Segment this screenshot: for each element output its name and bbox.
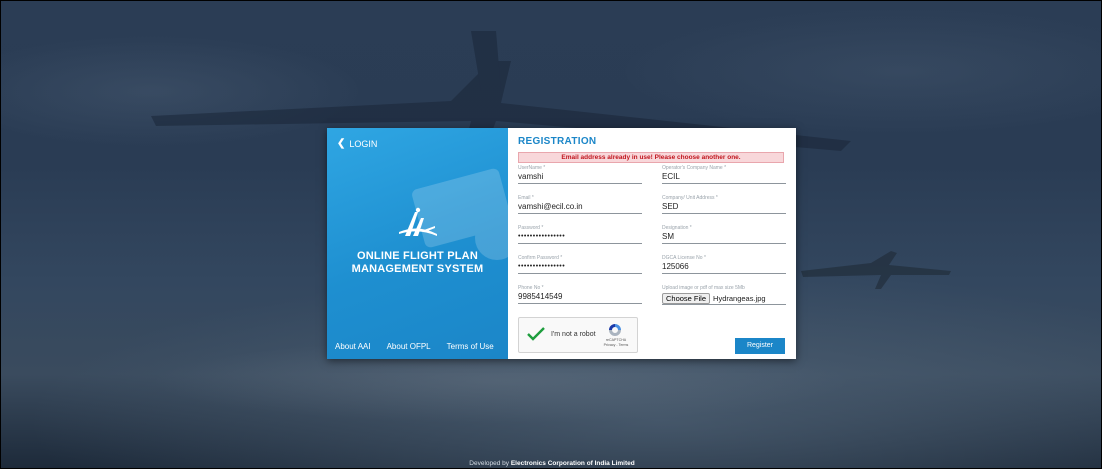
form-title: REGISTRATION <box>518 136 597 147</box>
register-button[interactable]: Register <box>735 338 785 354</box>
company-name-input[interactable]: ECIL <box>662 171 786 184</box>
upload-label: Upload image or pdf of max size 5Mb <box>662 285 745 291</box>
about-ofpl-link[interactable]: About OFPL <box>387 342 431 351</box>
username-field[interactable]: UserName * vamshi <box>518 165 642 184</box>
username-input[interactable]: vamshi <box>518 171 642 184</box>
error-alert: Email address already in use! Please cho… <box>518 152 784 163</box>
company-name-field[interactable]: Operator's Company Name * ECIL <box>662 165 786 184</box>
dgca-license-field[interactable]: DGCA License No * 125066 <box>662 255 786 274</box>
chevron-left-icon: ❮ <box>337 138 346 149</box>
info-links: About AAI About OFPL Terms of Use <box>335 342 494 351</box>
recaptcha-widget[interactable]: I'm not a robot reCAPTCHA Privacy - Term… <box>518 317 638 353</box>
password-input[interactable]: •••••••••••••••• <box>518 231 642 244</box>
developer-prefix: Developed by <box>469 460 510 467</box>
phone-field[interactable]: Phone No * 9985414549 <box>518 285 642 304</box>
email-field[interactable]: Email * vamshi@ecil.co.in <box>518 195 642 214</box>
captcha-label: I'm not a robot <box>551 331 596 338</box>
confirm-password-field[interactable]: Confirm Password * •••••••••••••••• <box>518 255 642 274</box>
back-to-login-link[interactable]: ❮ LOGIN <box>337 138 377 149</box>
recaptcha-icon <box>609 324 621 336</box>
dgca-license-input[interactable]: 125066 <box>662 261 786 274</box>
recaptcha-links[interactable]: Privacy - Terms <box>599 343 633 348</box>
page-frame: ❮ LOGIN ONLINE FLIGHT PLAN MANAGEMENT SY… <box>0 0 1102 469</box>
recaptcha-branding: reCAPTCHA Privacy - Terms <box>599 338 633 347</box>
company-address-input[interactable]: SED <box>662 201 786 214</box>
designation-input[interactable]: SM <box>662 231 786 244</box>
system-title: ONLINE FLIGHT PLAN MANAGEMENT SYSTEM <box>327 250 508 276</box>
choose-file-button[interactable]: Choose File <box>662 292 711 304</box>
aai-logo <box>399 207 437 236</box>
system-title-line2: MANAGEMENT SYSTEM <box>351 263 484 275</box>
email-input[interactable]: vamshi@ecil.co.in <box>518 201 642 214</box>
developer-org: Electronics Corporation of India Limited <box>510 460 635 467</box>
selected-file-name: Hydrangeas.jpg <box>713 293 766 303</box>
login-label: LOGIN <box>349 138 378 149</box>
company-address-field[interactable]: Company/ Unit Address * SED <box>662 195 786 214</box>
registration-card: ❮ LOGIN ONLINE FLIGHT PLAN MANAGEMENT SY… <box>327 128 796 359</box>
about-aai-link[interactable]: About AAI <box>335 342 371 351</box>
branding-panel: ❮ LOGIN ONLINE FLIGHT PLAN MANAGEMENT SY… <box>327 128 508 359</box>
developer-credit: Developed by Electronics Corporation of … <box>1 460 1101 467</box>
phone-input[interactable]: 9985414549 <box>518 291 642 304</box>
registration-form: REGISTRATION Email address already in us… <box>508 128 796 359</box>
upload-field: Upload image or pdf of max size 5Mb Choo… <box>662 285 786 305</box>
confirm-password-input[interactable]: •••••••••••••••• <box>518 261 642 274</box>
designation-field[interactable]: Designation * SM <box>662 225 786 244</box>
file-input[interactable]: Choose File Hydrangeas.jpg <box>662 292 786 305</box>
system-title-line1: ONLINE FLIGHT PLAN <box>357 250 478 262</box>
terms-of-use-link[interactable]: Terms of Use <box>447 342 494 351</box>
password-field[interactable]: Password * •••••••••••••••• <box>518 225 642 244</box>
checkmark-icon[interactable] <box>527 327 545 341</box>
landing-airplane-silhouette <box>801 251 951 289</box>
